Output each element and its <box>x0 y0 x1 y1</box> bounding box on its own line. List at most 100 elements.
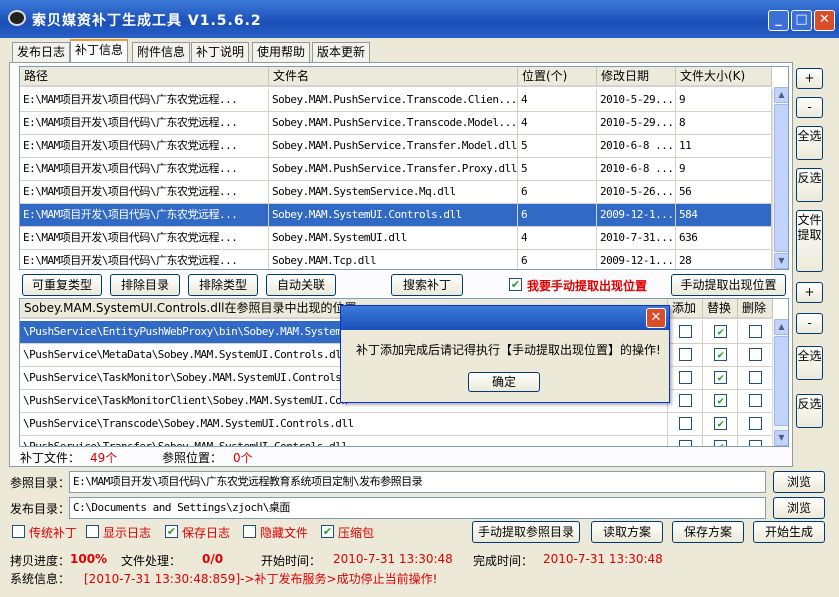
zip-package-checkbox[interactable]: ✔ <box>321 525 334 538</box>
delete-checkbox[interactable] <box>749 371 762 384</box>
col-header-replace[interactable]: 替换 <box>703 299 738 319</box>
patch-files-value: 49个 <box>90 451 118 465</box>
col-header-size[interactable]: 文件大小(K) <box>676 67 772 87</box>
col-header-delete[interactable]: 删除 <box>738 299 773 319</box>
add-checkbox[interactable] <box>679 440 692 446</box>
file-extract-button[interactable]: 文件提取 <box>796 210 823 272</box>
scroll-down-icon[interactable]: ▼ <box>774 253 788 269</box>
tab-patch-notes[interactable]: 补丁说明 <box>191 42 250 62</box>
col-header-date[interactable]: 修改日期 <box>597 67 676 87</box>
table-cell: 56 <box>676 181 772 204</box>
scroll-thumb[interactable] <box>774 336 788 426</box>
repeat-type-button[interactable]: 可重复类型 <box>22 274 102 296</box>
start-generate-button[interactable]: 开始生成 <box>753 521 825 543</box>
manual-ref-extract-button[interactable]: 手动提取参照目录 <box>472 521 580 543</box>
add-checkbox[interactable] <box>679 417 692 430</box>
table-cell: 4 <box>518 89 597 112</box>
invert-locations-button[interactable]: 反选 <box>796 394 823 428</box>
ref-dir-input[interactable]: E:\MAM项目开发\项目代码\广东农党远程教育系统项目定制\发布参照目录 <box>69 471 766 493</box>
table-cell: E:\MAM项目开发\项目代码\广东农党远程... <box>20 250 269 269</box>
pub-dir-label: 发布目录： <box>10 502 71 516</box>
delete-checkbox[interactable] <box>749 325 762 338</box>
invert-label: 反选 <box>797 397 822 411</box>
read-scheme-button[interactable]: 读取方案 <box>591 521 663 543</box>
dialog-ok-button[interactable]: 确定 <box>468 372 540 392</box>
col-header-filename[interactable]: 文件名 <box>269 67 518 87</box>
add-checkbox[interactable] <box>679 348 692 361</box>
col-header-position[interactable]: 位置(个) <box>518 67 597 87</box>
maximize-button[interactable]: □ <box>791 10 812 31</box>
hide-file-label: 隐藏文件 <box>260 526 309 540</box>
search-patch-button[interactable]: 搜索补丁 <box>391 274 463 296</box>
delete-checkbox[interactable] <box>749 417 762 430</box>
tab-patch-info[interactable]: 补丁信息 <box>70 39 129 63</box>
save-scheme-button[interactable]: 保存方案 <box>672 521 744 543</box>
table-cell: 2010-7-31... <box>597 227 676 250</box>
patch-files-label: 补丁文件： <box>20 451 81 465</box>
exclude-type-button[interactable]: 排除类型 <box>188 274 258 296</box>
replace-cell: ✔ <box>703 344 738 367</box>
tab-help[interactable]: 使用帮助 <box>252 42 311 62</box>
traditional-patch-label: 传统补丁 <box>29 526 78 540</box>
minimize-button[interactable]: _ <box>768 10 789 31</box>
remove-file-button[interactable]: - <box>796 97 823 118</box>
location-table-scrollbar[interactable]: ▲ ▼ <box>772 319 788 446</box>
add-file-button[interactable]: + <box>796 68 823 89</box>
table-cell: 584 <box>676 204 772 227</box>
zip-package-label: 压缩包 <box>338 526 375 540</box>
scroll-down-icon[interactable]: ▼ <box>774 430 788 446</box>
add-checkbox[interactable] <box>679 394 692 407</box>
replace-checkbox[interactable]: ✔ <box>714 348 727 361</box>
select-all-files-button[interactable]: 全选 <box>796 126 823 160</box>
table-cell: 9 <box>676 89 772 112</box>
remove-location-button[interactable]: - <box>796 313 823 334</box>
replace-checkbox[interactable]: ✔ <box>714 440 727 446</box>
file-process-value: 0/0 <box>202 552 224 566</box>
exclude-dir-button[interactable]: 排除目录 <box>110 274 180 296</box>
delete-checkbox[interactable] <box>749 348 762 361</box>
hide-file-checkbox[interactable] <box>243 525 256 538</box>
replace-checkbox[interactable]: ✔ <box>714 325 727 338</box>
patch-table-scrollbar[interactable]: ▲ ▼ <box>772 87 788 269</box>
pub-dir-browse-button[interactable]: 浏览 <box>773 497 825 519</box>
replace-checkbox[interactable]: ✔ <box>714 394 727 407</box>
table-cell: Sobey.MAM.SystemUI.dll <box>269 227 518 250</box>
add-checkbox[interactable] <box>679 371 692 384</box>
scroll-thumb[interactable] <box>774 104 788 252</box>
scroll-up-icon[interactable]: ▲ <box>774 87 788 103</box>
tab-version-update[interactable]: 版本更新 <box>312 42 371 62</box>
col-header-add[interactable]: 添加 <box>668 299 703 319</box>
auto-assoc-button[interactable]: 自动关联 <box>266 274 336 296</box>
ref-dir-browse-button[interactable]: 浏览 <box>773 471 825 493</box>
add-location-button[interactable]: + <box>796 282 823 303</box>
copy-progress-value: 100% <box>70 552 108 566</box>
manual-extract-checkbox[interactable]: ✔ <box>509 278 522 291</box>
invert-files-button[interactable]: 反选 <box>796 168 823 202</box>
tab-publish-log[interactable]: 发布日志 <box>12 42 71 62</box>
patch-file-table[interactable]: 路径 文件名 位置(个) 修改日期 文件大小(K) E:\MAM项目开发\项目代… <box>19 66 789 270</box>
delete-checkbox[interactable] <box>749 440 762 446</box>
end-time-value: 2010-7-31 13:30:48 <box>543 552 663 566</box>
replace-checkbox[interactable]: ✔ <box>714 417 727 430</box>
col-header-path[interactable]: 路径 <box>20 67 269 87</box>
table-cell: 2010-6-8 ... <box>597 158 676 181</box>
table-cell: 5 <box>518 158 597 181</box>
tab-attachment-info[interactable]: 附件信息 <box>132 42 191 62</box>
location-path-cell: \PushService\Transcode\Sobey.MAM.SystemU… <box>20 413 668 436</box>
dialog-close-button[interactable]: ✕ <box>646 308 666 328</box>
manual-extract-position-button[interactable]: 手动提取出现位置 <box>671 274 786 296</box>
table-cell: Sobey.MAM.PushService.Transcode.Model... <box>269 112 518 135</box>
show-log-checkbox[interactable] <box>86 525 99 538</box>
save-log-checkbox[interactable]: ✔ <box>165 525 178 538</box>
delete-checkbox[interactable] <box>749 394 762 407</box>
close-button[interactable]: ✕ <box>814 10 835 31</box>
end-time-label: 完成时间： <box>473 554 534 568</box>
scroll-up-icon[interactable]: ▲ <box>774 319 788 335</box>
system-info-value: [2010-7-31 13:30:48:859]->补丁发布服务>成功停止当前操… <box>84 572 438 586</box>
add-checkbox[interactable] <box>679 325 692 338</box>
replace-cell: ✔ <box>703 413 738 436</box>
traditional-patch-checkbox[interactable] <box>12 525 25 538</box>
replace-checkbox[interactable]: ✔ <box>714 371 727 384</box>
pub-dir-input[interactable]: C:\Documents and Settings\zjoch\桌面 <box>69 497 766 519</box>
select-all-locations-button[interactable]: 全选 <box>796 346 823 380</box>
